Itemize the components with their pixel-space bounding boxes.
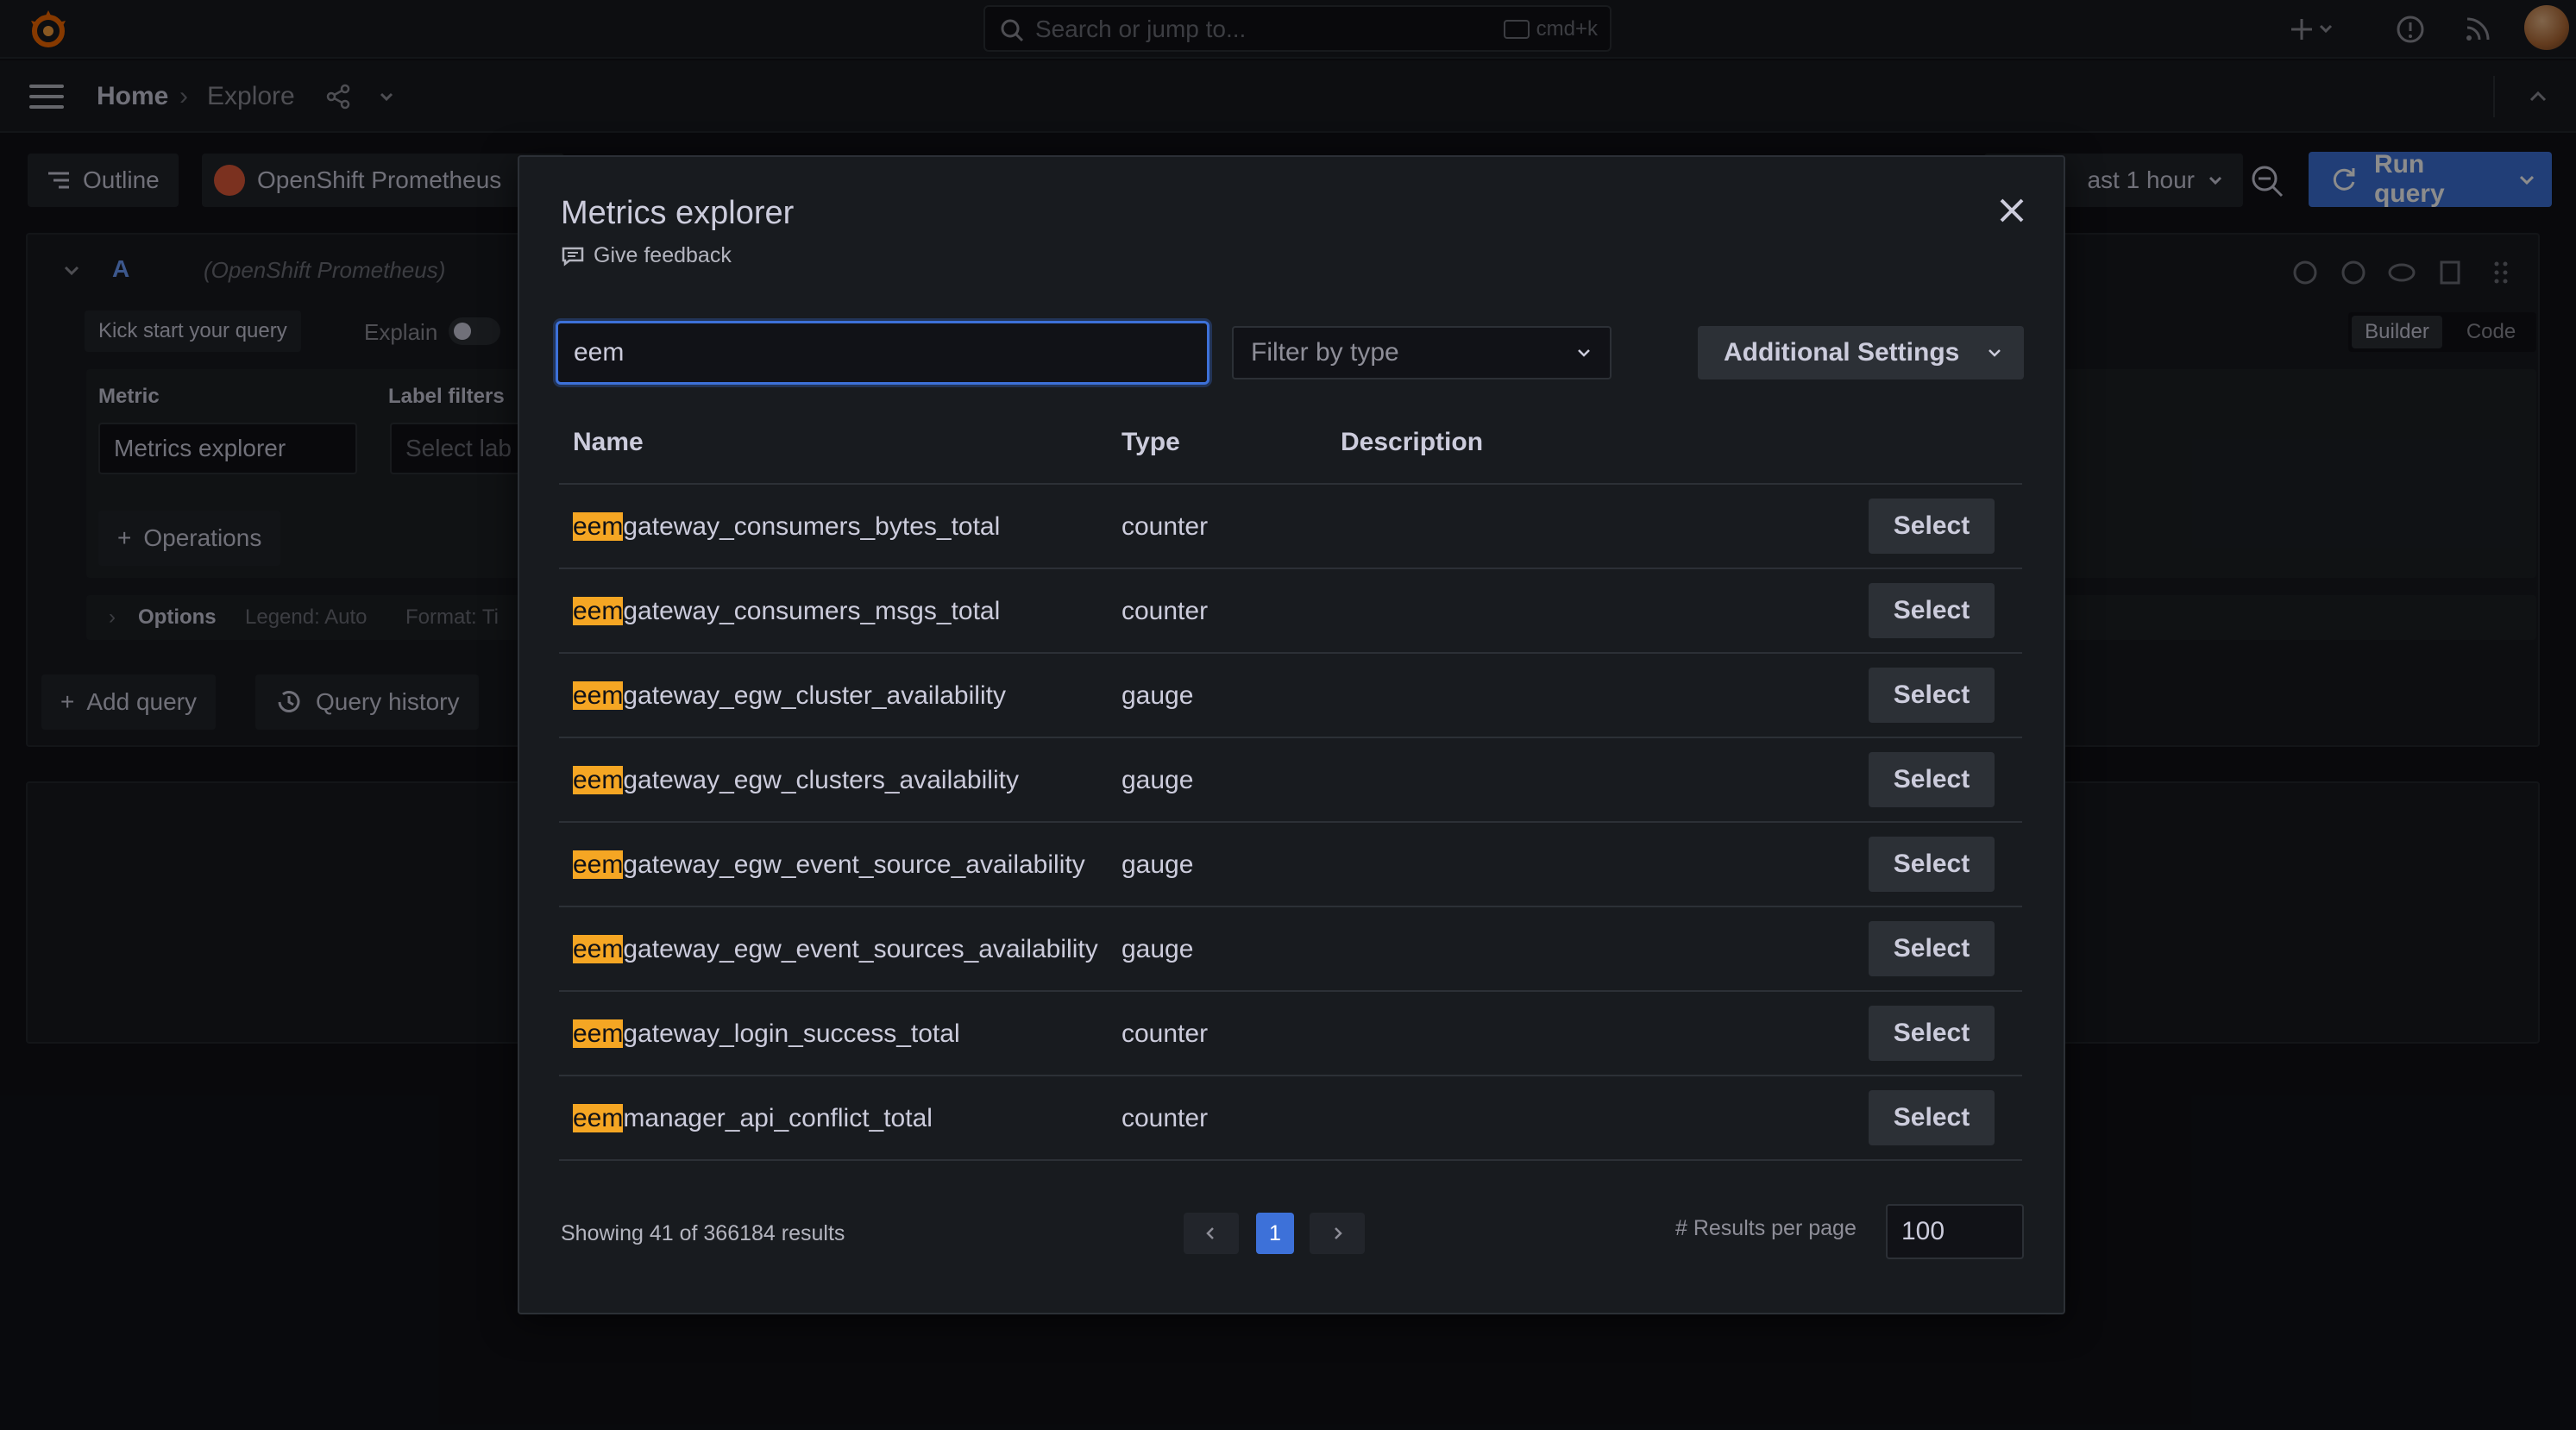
metric-type: gauge [1122,681,1194,710]
table-row: eemgateway_egw_event_source_availability… [559,823,2022,907]
metric-name: eemgateway_egw_event_sources_availabilit… [573,933,1098,966]
table-row: eemmanager_api_conflict_total counter Sele… [559,1076,2022,1161]
metric-name-highlight: eem [573,512,624,541]
additional-settings-button[interactable]: Additional Settings [1698,326,2024,379]
close-icon[interactable] [1995,193,2029,228]
comment-icon [562,247,584,267]
select-metric-button[interactable]: Select [1869,668,1995,723]
table-row: eemgateway_egw_cluster_availability gauge… [559,654,2022,738]
column-header-name: Name [573,428,644,456]
select-metric-button[interactable]: Select [1869,752,1995,807]
pagination-prev-button[interactable] [1184,1213,1239,1254]
metric-name-highlight: eem [573,1104,624,1132]
metric-name: eemgateway_login_success_total [573,1018,960,1051]
metric-name: eemgateway_egw_event_source_availability [573,849,1085,881]
metric-name-rest: gateway_consumers_bytes_total [623,512,1001,541]
metric-type: counter [1122,512,1209,541]
metric-name-rest: gateway_egw_cluster_availability [623,681,1006,710]
metric-type: gauge [1122,766,1194,794]
metric-name-rest: manager_api_conflict_total [623,1104,933,1132]
give-feedback-label: Give feedback [594,243,732,267]
metric-name-highlight: eem [573,1019,624,1048]
metric-type: counter [1122,597,1209,625]
metric-name: eemgateway_egw_cluster_availability [573,680,1006,712]
select-metric-button[interactable]: Select [1869,499,1995,554]
results-per-page-input[interactable] [1886,1204,2024,1259]
metric-name-rest: gateway_egw_event_sources_availability [623,935,1098,963]
metric-name: eemgateway_egw_clusters_availability [573,764,1019,797]
chevron-right-icon [1335,1227,1342,1239]
filter-by-type-placeholder: Filter by type [1251,338,1399,367]
metric-name-rest: gateway_egw_clusters_availability [623,766,1019,794]
table-row: eemgateway_consumers_msgs_total counter Se… [559,569,2022,654]
metric-type: gauge [1122,935,1194,963]
filter-by-type-select[interactable]: Filter by type [1232,326,1612,379]
metrics-explorer-modal: Metrics explorer Give feedback Filter by… [518,155,2065,1314]
metric-type: counter [1122,1104,1209,1132]
metric-type: gauge [1122,850,1194,879]
select-metric-button[interactable]: Select [1869,1090,1995,1145]
additional-settings-label: Additional Settings [1724,338,1960,367]
results-count: Showing 41 of 366184 results [561,1221,845,1245]
pagination-next-button[interactable] [1310,1213,1365,1254]
metric-name: eemgateway_consumers_bytes_total [573,511,1000,543]
pagination-page-button[interactable]: 1 [1256,1213,1294,1254]
chevron-left-icon [1206,1227,1214,1239]
chevron-down-icon [1578,349,1590,357]
metric-name-highlight: eem [573,935,624,963]
metric-type: counter [1122,1019,1209,1048]
metric-name-highlight: eem [573,597,624,625]
metric-name: eemgateway_consumers_msgs_total [573,595,1000,628]
table-row: eemgateway_login_success_total counter Sel… [559,992,2022,1076]
select-metric-button[interactable]: Select [1869,837,1995,892]
chevron-down-icon [1989,349,2001,357]
metric-name-highlight: eem [573,681,624,710]
give-feedback-link[interactable]: Give feedback [561,243,732,268]
table-row: eemgateway_egw_event_sources_availabilit… [559,907,2022,992]
select-metric-button[interactable]: Select [1869,921,1995,976]
column-header-type: Type [1122,428,1180,456]
table-row: eemgateway_consumers_bytes_total counter S… [559,485,2022,569]
select-metric-button[interactable]: Select [1869,583,1995,638]
metric-name-rest: gateway_login_success_total [623,1019,960,1048]
metric-name: eemmanager_api_conflict_total [573,1102,933,1135]
modal-title: Metrics explorer [561,195,795,231]
column-header-description: Description [1341,428,1484,456]
metric-name-rest: gateway_consumers_msgs_total [623,597,1001,625]
metric-name-rest: gateway_egw_event_source_availability [623,850,1085,879]
table-row: eemgateway_egw_clusters_availability gaug… [559,738,2022,823]
metric-name-highlight: eem [573,766,624,794]
select-metric-button[interactable]: Select [1869,1006,1995,1061]
results-per-page-label: # Results per page [1675,1216,1857,1240]
metric-search-input[interactable] [556,321,1209,385]
metric-name-highlight: eem [573,850,624,879]
